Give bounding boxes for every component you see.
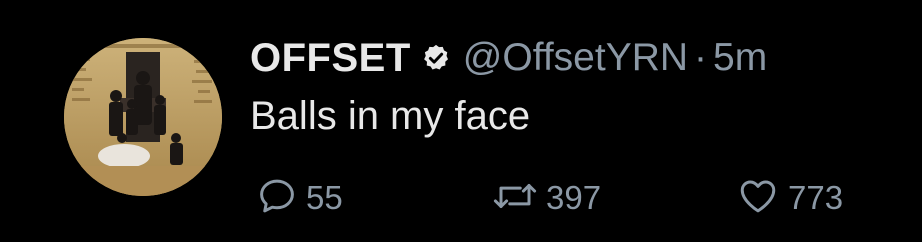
verified-badge-icon xyxy=(421,43,451,73)
retweet-icon xyxy=(492,175,538,222)
retweet-button[interactable]: 397 xyxy=(492,172,601,224)
timestamp[interactable]: 5m xyxy=(713,36,767,80)
reply-icon xyxy=(256,175,298,222)
author-name[interactable]: OFFSET xyxy=(250,36,411,81)
retweet-count: 397 xyxy=(546,179,602,216)
like-count: 773 xyxy=(788,179,844,216)
header-separator: · xyxy=(694,36,708,79)
tweet-text: Balls in my face xyxy=(250,94,531,138)
author-handle[interactable]: @OffsetYRN xyxy=(463,36,688,80)
heart-icon xyxy=(736,175,780,222)
tweet-header: OFFSET @OffsetYRN · 5m xyxy=(250,30,767,86)
reply-button[interactable]: 55 xyxy=(256,172,343,224)
avatar[interactable] xyxy=(64,38,222,196)
like-button[interactable]: 773 xyxy=(736,172,843,224)
tweet-actions: 55 397 773 xyxy=(250,172,890,224)
tweet: OFFSET @OffsetYRN · 5m Balls in my face … xyxy=(0,0,922,242)
reply-count: 55 xyxy=(306,179,343,216)
